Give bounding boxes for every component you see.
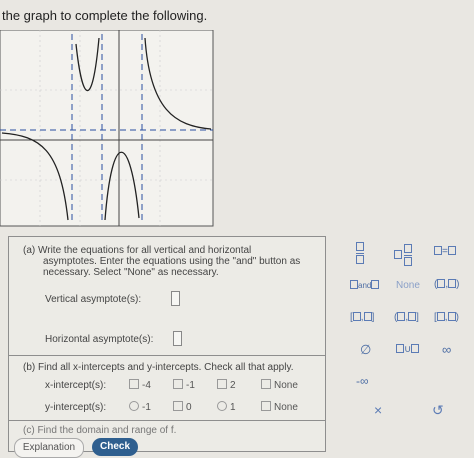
horizontal-asymptote-label: Horizontal asymptote(s): xyxy=(45,334,154,345)
box-icon xyxy=(434,246,442,255)
box-icon xyxy=(397,312,406,321)
x-intercept-option-neg4[interactable]: -4 xyxy=(129,379,151,391)
negative-infinity-button[interactable]: -∞ xyxy=(356,374,369,388)
box-icon xyxy=(352,312,361,321)
box-icon xyxy=(404,257,412,266)
y-intercept-label: y-intercept(s): xyxy=(45,402,107,413)
vertical-asymptote-label: Vertical asymptote(s): xyxy=(45,294,142,305)
function-graph xyxy=(0,30,214,227)
box-icon xyxy=(437,279,446,288)
check-button[interactable]: Check xyxy=(92,438,138,456)
checkbox-icon[interactable] xyxy=(173,401,183,411)
clear-icon[interactable]: × xyxy=(374,402,382,418)
x-intercept-option-2[interactable]: 2 xyxy=(217,379,236,391)
part-b-prompt: (b) Find all x-intercepts and y-intercep… xyxy=(23,362,294,373)
undo-icon[interactable]: ↺ xyxy=(432,402,444,419)
part-b-section: (b) Find all x-intercepts and y-intercep… xyxy=(9,356,325,421)
x-intercept-label: x-intercept(s): xyxy=(45,380,107,391)
checkbox-icon[interactable] xyxy=(173,379,183,389)
x-intercept-option-neg1[interactable]: -1 xyxy=(173,379,195,391)
y-intercept-option-1[interactable]: 1 xyxy=(217,401,236,413)
box-icon xyxy=(436,312,445,321)
part-a-prompt-line-1: (a) Write the equations for all vertical… xyxy=(23,245,252,256)
explanation-button[interactable]: Explanation xyxy=(14,438,84,458)
box-icon xyxy=(371,280,380,289)
question-panel: (a) Write the equations for all vertical… xyxy=(8,236,326,452)
empty-set-button[interactable]: ∅ xyxy=(360,342,371,358)
fraction-button[interactable] xyxy=(356,242,364,265)
closed-interval-button[interactable]: [,] xyxy=(350,312,374,323)
box-icon xyxy=(396,344,404,353)
part-c-prompt: (c) Find the domain and range of f. xyxy=(23,425,177,436)
equals-button[interactable]: = xyxy=(434,246,456,257)
box-icon xyxy=(356,255,364,264)
checkbox-icon[interactable] xyxy=(261,379,271,389)
checkbox-icon[interactable] xyxy=(217,379,227,389)
union-button[interactable]: ∪ xyxy=(396,344,420,355)
box-icon xyxy=(404,244,412,253)
box-icon xyxy=(356,242,364,251)
graph-frame xyxy=(0,30,214,227)
box-icon xyxy=(394,250,402,260)
none-button[interactable]: None xyxy=(396,280,420,291)
part-a-prompt-line-3: necessary. Select "None" as necessary. xyxy=(43,267,219,278)
half-open-left-button[interactable]: (,] xyxy=(394,312,419,323)
radio-icon[interactable] xyxy=(129,401,139,411)
x-intercept-option-none[interactable]: None xyxy=(261,379,298,391)
part-a-section: (a) Write the equations for all vertical… xyxy=(9,237,325,356)
y-intercept-option-neg1[interactable]: -1 xyxy=(129,401,151,413)
vertical-asymptote-input[interactable] xyxy=(171,291,180,306)
mixed-number-button[interactable] xyxy=(394,244,412,267)
infinity-button[interactable]: ∞ xyxy=(442,342,451,357)
box-icon xyxy=(350,280,358,289)
part-a-prompt-line-2: asymptotes. Enter the equations using th… xyxy=(43,256,301,267)
horizontal-asymptote-input[interactable] xyxy=(173,331,182,346)
box-icon xyxy=(363,312,372,321)
checkbox-icon[interactable] xyxy=(129,379,139,389)
box-icon xyxy=(408,312,417,321)
y-intercept-option-0[interactable]: 0 xyxy=(173,401,192,413)
and-button[interactable]: and xyxy=(350,280,380,291)
y-intercept-option-none[interactable]: None xyxy=(261,401,298,413)
open-interval-button[interactable]: (,) xyxy=(434,279,459,290)
radio-icon[interactable] xyxy=(217,401,227,411)
box-icon xyxy=(448,279,457,288)
half-open-right-button[interactable]: [,) xyxy=(434,312,459,323)
box-icon xyxy=(447,312,456,321)
checkbox-icon[interactable] xyxy=(261,401,271,411)
box-icon xyxy=(411,344,420,353)
instruction-text: the graph to complete the following. xyxy=(2,8,208,23)
box-icon xyxy=(447,246,456,255)
